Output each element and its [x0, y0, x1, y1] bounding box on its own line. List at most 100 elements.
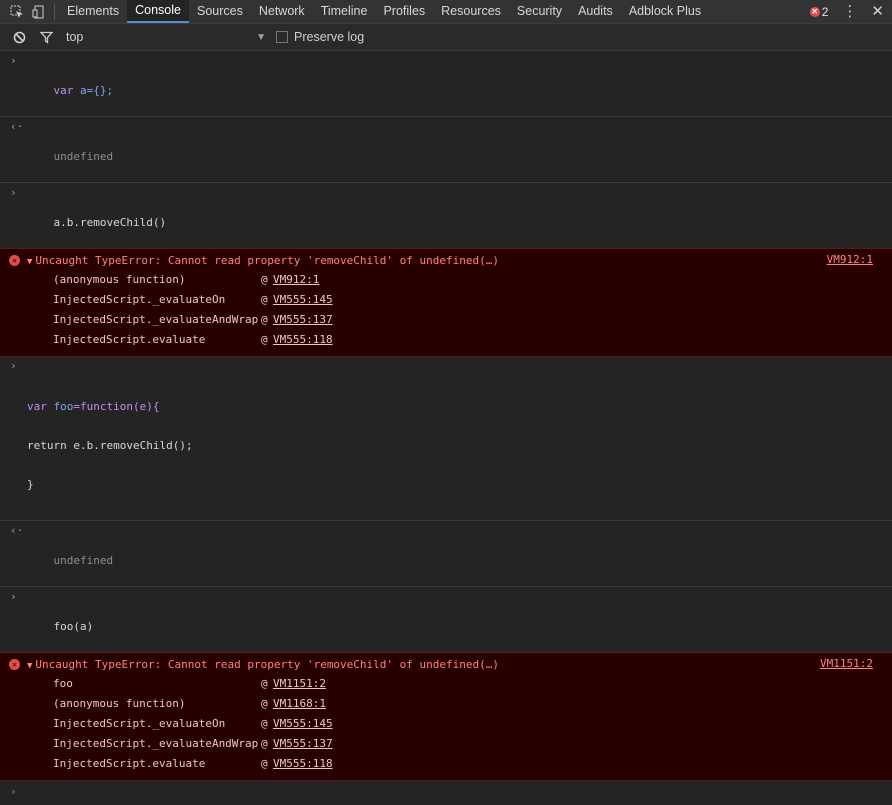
code-text: foo(a): [53, 620, 94, 633]
frame-at: @: [261, 697, 268, 710]
preserve-log-option[interactable]: Preserve log: [276, 24, 364, 50]
code-text: =function(e){: [73, 400, 160, 413]
dropdown-arrow-icon: ▼: [256, 31, 266, 43]
console-input-row: › var a={};: [0, 51, 892, 117]
code-text: a.b.removeChild(): [53, 216, 167, 229]
console-prompt[interactable]: ›: [0, 781, 892, 805]
console-filter-bar: top ▼ Preserve log: [0, 24, 892, 51]
tab-sources[interactable]: Sources: [189, 0, 251, 23]
frame-function: InjectedScript._evaluateAndWrap: [53, 737, 259, 750]
device-mode-icon[interactable]: [28, 1, 50, 23]
tab-adblock-plus[interactable]: Adblock Plus: [621, 0, 709, 23]
frame-location-link[interactable]: VM1168:1: [273, 694, 326, 714]
frame-function: InjectedScript._evaluateOn: [53, 293, 226, 306]
code-keyword: var: [27, 400, 47, 413]
error-icon: ✕: [9, 255, 20, 266]
console-input-row: › foo(a): [0, 587, 892, 652]
error-icon: ✕: [809, 6, 820, 17]
frame-at: @: [261, 757, 268, 770]
more-options-icon[interactable]: ⋮: [842, 0, 857, 23]
frame-at: @: [261, 273, 268, 286]
frame-at: @: [261, 677, 268, 690]
stack-frame: InjectedScript._evaluateAndWrap @ VM555:13…: [0, 310, 892, 330]
frame-location-link[interactable]: VM555:145: [273, 290, 333, 310]
tab-console[interactable]: Console: [127, 0, 189, 23]
context-selector[interactable]: top ▼: [66, 24, 266, 50]
console-result-row: ‹· undefined: [0, 117, 892, 183]
filter-icon[interactable]: [35, 26, 57, 48]
error-header[interactable]: ▼ Uncaught TypeError: Cannot read propert…: [0, 253, 892, 270]
error-header[interactable]: ▼ Uncaught TypeError: Cannot read propert…: [0, 657, 892, 674]
stack-frame: InjectedScript.evaluate @ VM555:118: [0, 754, 892, 774]
tab-security[interactable]: Security: [509, 0, 570, 23]
frame-function: foo: [53, 677, 73, 690]
error-source-link[interactable]: VM1151:2: [820, 657, 873, 670]
error-message: ✕ ▼ Uncaught TypeError: Cannot read prope…: [0, 652, 892, 781]
tab-timeline[interactable]: Timeline: [313, 0, 376, 23]
frame-location-link[interactable]: VM555:137: [273, 734, 333, 754]
input-arrow-icon: ›: [10, 186, 17, 199]
console-input-row: › var foo=function(e){ return e.b.remove…: [0, 357, 892, 521]
input-arrow-icon: ›: [10, 590, 17, 603]
stack-frame: InjectedScript.evaluate @ VM555:118: [0, 330, 892, 350]
code-text: a={};: [73, 84, 114, 97]
error-counter[interactable]: ✕ 2: [809, 4, 829, 19]
preserve-log-label: Preserve log: [294, 30, 365, 44]
input-arrow-icon: ›: [10, 359, 17, 372]
tab-resources[interactable]: Resources: [433, 0, 509, 23]
error-icon: ✕: [9, 659, 20, 670]
frame-function: InjectedScript._evaluateAndWrap: [53, 313, 259, 326]
tab-profiles[interactable]: Profiles: [375, 0, 433, 23]
preserve-log-checkbox[interactable]: [276, 31, 288, 43]
frame-at: @: [261, 293, 268, 306]
stack-frame: InjectedScript._evaluateOn @ VM555:145: [0, 290, 892, 310]
clear-console-icon[interactable]: [8, 26, 30, 48]
context-value: top: [66, 30, 84, 44]
console-input-row: › a.b.removeChild(): [0, 183, 892, 248]
result-value: undefined: [53, 150, 114, 163]
close-icon[interactable]: ✕: [871, 0, 884, 23]
error-message: ✕ ▼ Uncaught TypeError: Cannot read prope…: [0, 248, 892, 357]
stack-frame: (anonymous function) @ VM1168:1: [0, 694, 892, 714]
frame-function: InjectedScript.evaluate: [53, 333, 206, 346]
tab-elements[interactable]: Elements: [59, 0, 127, 23]
input-arrow-icon: ›: [10, 54, 17, 67]
frame-function: (anonymous function): [53, 273, 186, 286]
frame-location-link[interactable]: VM555:118: [273, 330, 333, 350]
frame-function: (anonymous function): [53, 697, 186, 710]
code-line: return e.b.removeChild();: [27, 439, 193, 452]
code-line: var foo=function(e){: [27, 400, 892, 413]
code-keyword: var: [53, 84, 74, 97]
code-line: }: [27, 478, 34, 491]
frame-at: @: [261, 717, 268, 730]
frame-location-link[interactable]: VM1151:2: [273, 674, 326, 694]
frame-location-link[interactable]: VM555:137: [273, 310, 333, 330]
expand-triangle-icon[interactable]: ▼: [27, 661, 32, 671]
inspect-element-icon[interactable]: [6, 1, 28, 23]
stack-frame: foo @ VM1151:2: [0, 674, 892, 694]
error-text: Uncaught TypeError: Cannot read property…: [35, 658, 500, 671]
stack-frame: InjectedScript._evaluateAndWrap @ VM555:13…: [0, 734, 892, 754]
devtools-toolbar: Elements Console Sources Network Timelin…: [0, 0, 892, 24]
frame-location-link[interactable]: VM555:118: [273, 754, 333, 774]
expand-triangle-icon[interactable]: ▼: [27, 257, 32, 267]
frame-location-link[interactable]: VM912:1: [273, 270, 319, 290]
stack-frame: (anonymous function) @ VM912:1: [0, 270, 892, 290]
result-value: undefined: [53, 554, 114, 567]
frame-at: @: [261, 333, 268, 346]
error-source-link[interactable]: VM912:1: [827, 253, 873, 266]
output-arrow-icon: ‹·: [10, 120, 24, 133]
toolbar-right: ✕ 2 ⋮ ✕: [809, 0, 884, 23]
error-text: Uncaught TypeError: Cannot read property…: [35, 254, 500, 267]
tab-audits[interactable]: Audits: [570, 0, 621, 23]
stack-frame: InjectedScript._evaluateOn @ VM555:145: [0, 714, 892, 734]
frame-location-link[interactable]: VM555:145: [273, 714, 333, 734]
code-variable: foo: [46, 400, 74, 413]
console-result-row: ‹· undefined: [0, 521, 892, 587]
frame-at: @: [261, 737, 268, 750]
panel-tabs: Elements Console Sources Network Timelin…: [59, 0, 709, 23]
error-count: 2: [821, 4, 829, 19]
tab-network[interactable]: Network: [251, 0, 313, 23]
frame-function: InjectedScript.evaluate: [53, 757, 206, 770]
prompt-arrow-icon: ›: [10, 785, 17, 798]
